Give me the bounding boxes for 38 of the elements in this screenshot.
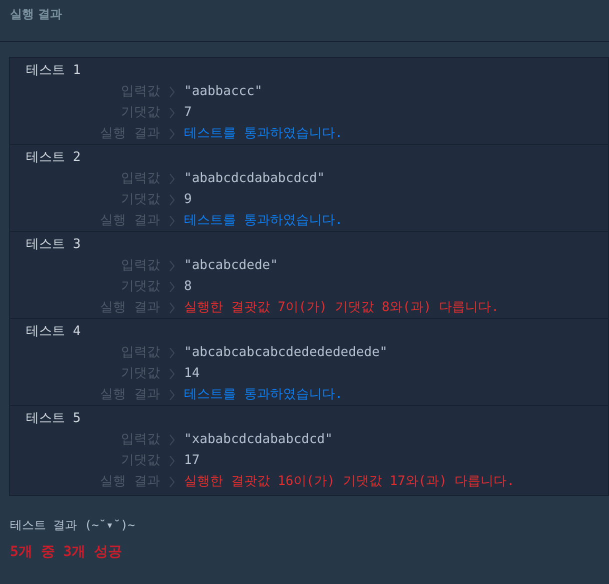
row-value: "abcabcdede" bbox=[184, 256, 278, 275]
chevron-right-icon bbox=[169, 346, 175, 358]
test-title: 테스트 2 bbox=[26, 148, 81, 167]
test-title: 테스트 5 bbox=[26, 410, 81, 428]
row-value: "ababcdcdababcdcd" bbox=[184, 170, 325, 188]
chevron-right-icon bbox=[169, 260, 175, 272]
result-message: 테스트를 통과하였습니다. bbox=[184, 386, 343, 404]
test-title: 테스트 3 bbox=[26, 236, 81, 254]
chevron-right-icon bbox=[169, 280, 175, 292]
row-value: 17 bbox=[184, 452, 200, 470]
chevron-right-icon bbox=[169, 434, 175, 446]
chevron-right-icon bbox=[169, 214, 175, 226]
chevron-right-icon bbox=[169, 194, 175, 206]
chevron-right-icon bbox=[169, 302, 175, 314]
chevron-right-icon bbox=[169, 454, 175, 466]
row-value: 8 bbox=[184, 278, 192, 296]
test-title: 테스트 4 bbox=[26, 322, 81, 341]
row-value: "xababcdcdababcdcd" bbox=[184, 430, 333, 449]
chevron-right-icon bbox=[169, 388, 175, 400]
chevron-right-icon bbox=[169, 86, 175, 98]
result-message: 테스트를 통과하였습니다. bbox=[184, 124, 343, 143]
result-message: 실행한 결괏값 7이(가) 기댓값 8와(과) 다릅니다. bbox=[184, 298, 499, 317]
row-value: 14 bbox=[184, 364, 200, 383]
row-value: "abcabcabcabcdededededede" bbox=[184, 344, 388, 362]
row-value: "aabbaccc" bbox=[184, 82, 262, 101]
chevron-right-icon bbox=[169, 368, 175, 380]
summary-caption: 테스트 결과 (~˘▾˘)~ bbox=[10, 517, 136, 534]
row-value: 9 bbox=[184, 190, 192, 209]
summary-score: 5개 중 3개 성공 bbox=[10, 543, 124, 562]
chevron-right-icon bbox=[169, 106, 175, 118]
row-value: 7 bbox=[184, 104, 192, 122]
chevron-right-icon bbox=[169, 476, 175, 488]
chevron-right-icon bbox=[169, 172, 175, 184]
chevron-right-icon bbox=[169, 128, 175, 140]
header-title: 실행 결과 bbox=[10, 6, 62, 22]
result-message: 테스트를 통과하였습니다. bbox=[184, 212, 343, 230]
result-message: 실행한 결괏값 16이(가) 기댓값 17와(과) 다릅니다. bbox=[184, 472, 515, 491]
test-title: 테스트 1 bbox=[26, 62, 81, 80]
